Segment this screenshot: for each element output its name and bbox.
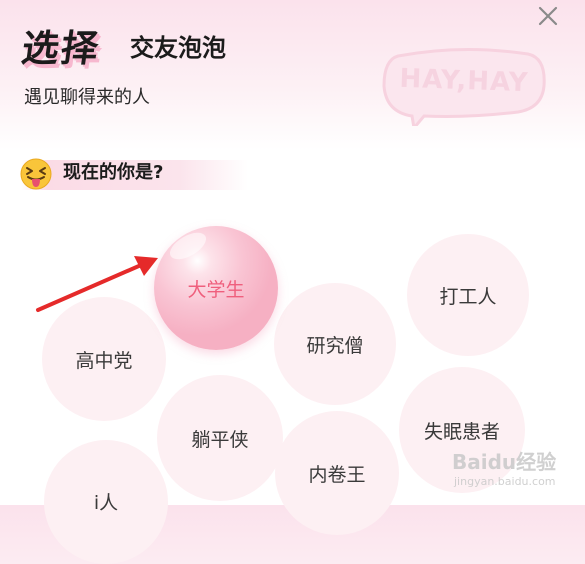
watermark-url: jingyan.baidu.com bbox=[454, 475, 556, 488]
bubble-option-grad-student[interactable]: 研究僧 bbox=[274, 283, 396, 405]
bubble-label: i人 bbox=[93, 492, 119, 514]
bubble-label: 打工人 bbox=[439, 285, 497, 308]
bubble-option-involution-king[interactable]: 内卷王 bbox=[275, 411, 399, 535]
title-highlight: 选择 bbox=[18, 27, 104, 70]
bubble-label: 躺平侠 bbox=[191, 428, 249, 451]
question-text: 现在的你是? bbox=[63, 162, 164, 183]
speech-bubble-text: HAY,HAY bbox=[399, 63, 529, 99]
bubble-label: 高中党 bbox=[75, 349, 133, 372]
bubble-option-worker[interactable]: 打工人 bbox=[407, 234, 529, 356]
watermark-logo: Baidu经验 bbox=[452, 450, 557, 474]
page-subtitle: 遇见聊得来的人 bbox=[24, 87, 150, 108]
bubble-label: 研究僧 bbox=[306, 334, 364, 357]
annotation-arrow-icon bbox=[36, 256, 158, 312]
page-title: 交友泡泡 bbox=[130, 34, 226, 62]
bubble-label: 大学生 bbox=[187, 278, 245, 301]
close-button[interactable] bbox=[534, 2, 562, 30]
squinting-face-with-tongue-icon bbox=[20, 158, 52, 190]
bubble-option-lie-flat[interactable]: 躺平侠 bbox=[157, 375, 283, 501]
bubble-label: 内卷王 bbox=[308, 463, 366, 486]
bubble-label: 失眠患者 bbox=[423, 420, 500, 443]
bubble-option-i-person[interactable]: i人 bbox=[44, 440, 168, 564]
close-icon bbox=[538, 6, 558, 26]
